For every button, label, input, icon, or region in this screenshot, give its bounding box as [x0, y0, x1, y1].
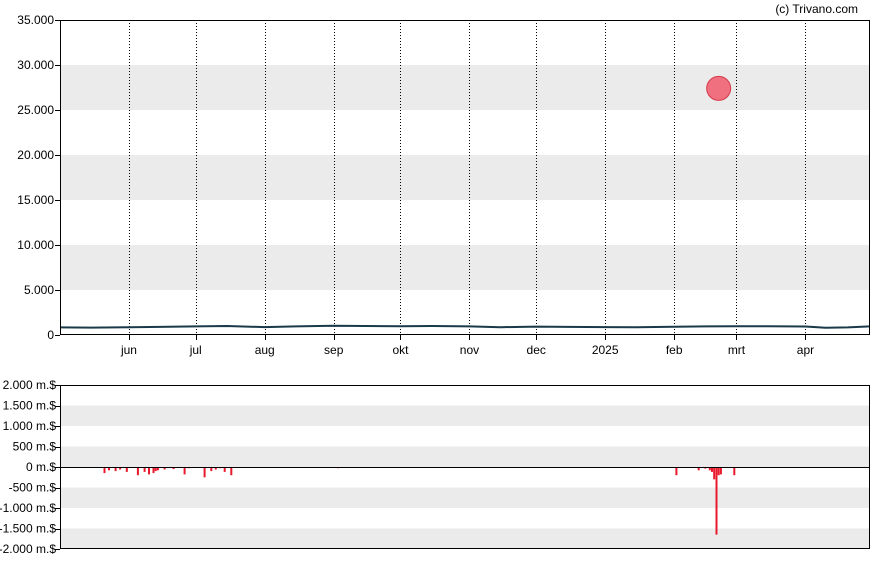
stock-chart: 0 5.000 10.000 15.000 20.000 25.000 30.000 35.0… [0, 0, 888, 565]
x-tick-label: jul [189, 343, 202, 357]
volume-bar [203, 467, 206, 478]
volume-bar [675, 467, 678, 476]
y-tick-label: 20.000 [17, 148, 54, 162]
event-marker [706, 75, 732, 101]
y-tick-label: 1.500 m.$ [3, 399, 57, 413]
volume-bar [136, 467, 139, 476]
x-tick-label: sep [324, 343, 344, 357]
y-tick-label: 0 m.$ [26, 460, 56, 474]
volume-bar [717, 467, 720, 476]
x-tick-label: aug [255, 343, 275, 357]
x-tick-label: jun [120, 343, 137, 357]
y-tick-label: 15.000 [17, 193, 54, 207]
x-tick-label: nov [460, 343, 479, 357]
y-tick-label: -1.000 m.$ [0, 501, 56, 515]
y-tick-label: 35.000 [17, 13, 54, 27]
y-tick-label: -500 m.$ [9, 481, 57, 495]
y-tick-label: 0 [47, 328, 54, 342]
volume-bar [719, 467, 722, 475]
x-tick-label: dec [527, 343, 546, 357]
y-tick-label: 10.000 [17, 238, 54, 252]
volume-bar [183, 467, 186, 475]
y-tick-label: 30.000 [17, 58, 54, 72]
volume-bar [715, 467, 718, 535]
y-tick-label: 1.000 m.$ [3, 419, 57, 433]
x-tick-label: 2025 [592, 343, 619, 357]
grid-band [60, 446, 870, 467]
y-tick-label: 5.000 [24, 283, 54, 297]
x-tick-label: apr [797, 343, 814, 357]
grid-band [60, 245, 870, 290]
credit-label[interactable]: (c) Trivano.com [775, 2, 858, 16]
volume-bar [713, 467, 716, 480]
grid-band [60, 487, 870, 508]
x-tick-label: mrt [728, 343, 746, 357]
grid-band [60, 405, 870, 426]
grid-band [60, 528, 870, 549]
y-tick-label: 2.000 m.$ [3, 378, 57, 392]
x-tick-label: okt [392, 343, 409, 357]
x-tick-label: feb [666, 343, 683, 357]
volume-bar [148, 467, 150, 475]
volume-bar [230, 467, 233, 476]
y-tick-label: -2.000 m.$ [0, 542, 56, 556]
grid-band [60, 65, 870, 110]
grid-band [60, 155, 870, 200]
y-tick-label: 25.000 [17, 103, 54, 117]
y-tick-label: -1.500 m.$ [0, 522, 56, 536]
volume-bar [733, 467, 736, 476]
y-tick-label: 500 m.$ [13, 440, 57, 454]
